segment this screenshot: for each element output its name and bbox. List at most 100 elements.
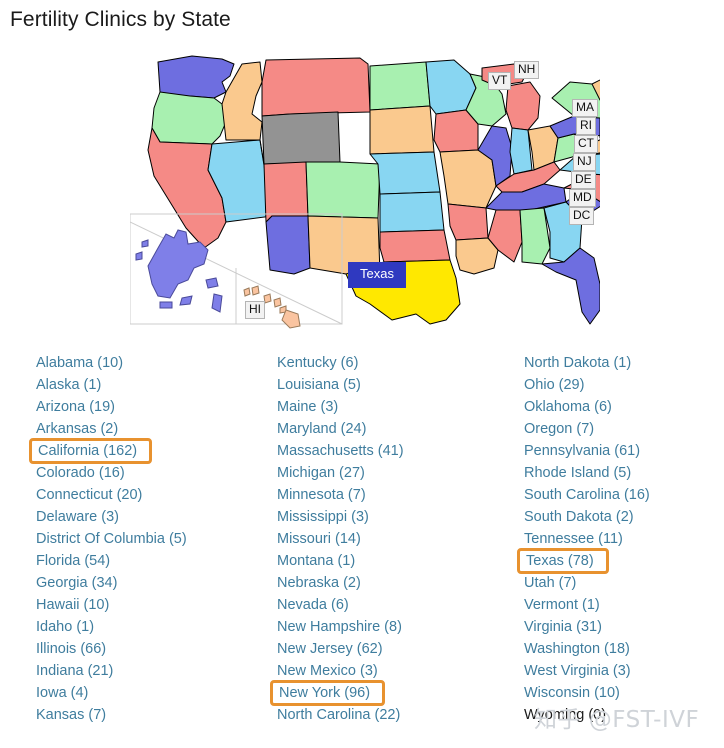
state-list-item: South Dakota (2) (524, 506, 724, 528)
state-list-item: New York (96) (270, 680, 513, 706)
state-link-district-of-columbia[interactable]: District Of Columbia (5) (36, 528, 272, 550)
state-link-california[interactable]: California (162) (29, 438, 153, 464)
state-list-item: Michigan (27) (277, 462, 513, 484)
map-state-arkansas[interactable] (447, 203, 489, 241)
state-link-colorado[interactable]: Colorado (16) (36, 462, 272, 484)
state-list-item: Wisconsin (10) (524, 682, 724, 704)
state-link-connecticut[interactable]: Connecticut (20) (36, 484, 272, 506)
state-link-utah[interactable]: Utah (7) (524, 572, 724, 594)
state-link-arkansas[interactable]: Arkansas (2) (36, 418, 272, 440)
state-link-vermont[interactable]: Vermont (1) (524, 594, 724, 616)
state-link-pennsylvania[interactable]: Pennsylvania (61) (524, 440, 724, 462)
map-state-missouri[interactable] (439, 149, 497, 209)
state-link-massachusetts[interactable]: Massachusetts (41) (277, 440, 513, 462)
map-state-louisiana[interactable] (455, 237, 499, 275)
map-state-florida[interactable] (541, 247, 600, 325)
state-link-georgia[interactable]: Georgia (34) (36, 572, 272, 594)
state-list-item: Kentucky (6) (277, 352, 513, 374)
state-link-oklahoma[interactable]: Oklahoma (6) (524, 396, 724, 418)
state-list-item: Maryland (24) (277, 418, 513, 440)
state-link-alabama[interactable]: Alabama (10) (36, 352, 272, 374)
state-link-new-york[interactable]: New York (96) (270, 680, 386, 706)
map-state-kansas[interactable] (379, 191, 445, 233)
state-list-item: Massachusetts (41) (277, 440, 513, 462)
state-link-new-hampshire[interactable]: New Hampshire (8) (277, 616, 513, 638)
state-link-michigan[interactable]: Michigan (27) (277, 462, 513, 484)
state-link-montana[interactable]: Montana (1) (277, 550, 513, 572)
state-link-tennessee[interactable]: Tennessee (11) (524, 528, 724, 550)
state-list-item: Vermont (1) (524, 594, 724, 616)
state-link-virginia[interactable]: Virginia (31) (524, 616, 724, 638)
state-list-item: North Carolina (22) (277, 704, 513, 726)
state-link-delaware[interactable]: Delaware (3) (36, 506, 272, 528)
state-link-louisiana[interactable]: Louisiana (5) (277, 374, 513, 396)
us-map-svg[interactable] (130, 52, 600, 342)
map-state-arizona[interactable] (265, 215, 311, 275)
state-list-item: Maine (3) (277, 396, 513, 418)
state-list-item: Nebraska (2) (277, 572, 513, 594)
state-link-alaska[interactable]: Alaska (1) (36, 374, 272, 396)
state-link-missouri[interactable]: Missouri (14) (277, 528, 513, 550)
map-tooltip-texas: Texas (348, 262, 406, 288)
state-list-item: Alaska (1) (36, 374, 272, 396)
map-state-washington[interactable] (157, 55, 235, 99)
state-list-item: Idaho (1) (36, 616, 272, 638)
state-list-item: Nevada (6) (277, 594, 513, 616)
state-link-arizona[interactable]: Arizona (19) (36, 396, 272, 418)
state-link-idaho[interactable]: Idaho (1) (36, 616, 272, 638)
state-link-north-carolina[interactable]: North Carolina (22) (277, 704, 513, 726)
state-link-maine[interactable]: Maine (3) (277, 396, 513, 418)
map-state-oregon[interactable] (151, 91, 227, 145)
state-list-item: Tennessee (11) (524, 528, 724, 550)
state-link-mississippi[interactable]: Mississippi (3) (277, 506, 513, 528)
state-link-kansas[interactable]: Kansas (7) (36, 704, 272, 726)
state-link-new-jersey[interactable]: New Jersey (62) (277, 638, 513, 660)
state-link-maryland[interactable]: Maryland (24) (277, 418, 513, 440)
map-state-wyoming[interactable] (261, 111, 341, 165)
page-root: Fertility Clinics by State VT NH MA RI C… (0, 0, 724, 748)
state-link-texas[interactable]: Texas (78) (517, 548, 609, 574)
map-label-ri: RI (576, 117, 596, 135)
map-state-nebraska[interactable] (369, 151, 441, 195)
state-link-wyoming[interactable]: Wyoming (0) (524, 704, 724, 726)
state-list-item: Wyoming (0) (524, 704, 724, 726)
state-link-indiana[interactable]: Indiana (21) (36, 660, 272, 682)
map-label-ma: MA (572, 99, 598, 117)
state-link-south-carolina[interactable]: South Carolina (16) (524, 484, 724, 506)
state-link-wisconsin[interactable]: Wisconsin (10) (524, 682, 724, 704)
state-link-new-mexico[interactable]: New Mexico (3) (277, 660, 513, 682)
state-list-item: Ohio (29) (524, 374, 724, 396)
map-state-northdakota[interactable] (369, 61, 431, 111)
state-list-item: South Carolina (16) (524, 484, 724, 506)
state-list-item: Louisiana (5) (277, 374, 513, 396)
state-link-oregon[interactable]: Oregon (7) (524, 418, 724, 440)
state-link-nevada[interactable]: Nevada (6) (277, 594, 513, 616)
us-map[interactable]: VT NH MA RI CT NJ DE MD DC HI (130, 52, 600, 342)
map-state-alabama[interactable] (519, 207, 551, 265)
map-state-montana[interactable] (261, 57, 371, 117)
state-link-florida[interactable]: Florida (54) (36, 550, 272, 572)
state-link-rhode-island[interactable]: Rhode Island (5) (524, 462, 724, 484)
map-state-southdakota[interactable] (369, 105, 435, 155)
state-link-kentucky[interactable]: Kentucky (6) (277, 352, 513, 374)
state-link-ohio[interactable]: Ohio (29) (524, 374, 724, 396)
state-link-north-dakota[interactable]: North Dakota (1) (524, 352, 724, 374)
state-link-south-dakota[interactable]: South Dakota (2) (524, 506, 724, 528)
state-list-item: Alabama (10) (36, 352, 272, 374)
map-state-colorado[interactable] (305, 161, 381, 219)
state-link-hawaii[interactable]: Hawaii (10) (36, 594, 272, 616)
state-link-illinois[interactable]: Illinois (66) (36, 638, 272, 660)
state-list-item: Montana (1) (277, 550, 513, 572)
state-list-item: Delaware (3) (36, 506, 272, 528)
state-list-item: West Virginia (3) (524, 660, 724, 682)
map-state-oklahoma[interactable] (379, 229, 451, 263)
state-link-nebraska[interactable]: Nebraska (2) (277, 572, 513, 594)
state-link-west-virginia[interactable]: West Virginia (3) (524, 660, 724, 682)
state-link-washington[interactable]: Washington (18) (524, 638, 724, 660)
state-link-minnesota[interactable]: Minnesota (7) (277, 484, 513, 506)
state-list-item: Kansas (7) (36, 704, 272, 726)
state-list-item: Utah (7) (524, 572, 724, 594)
state-link-iowa[interactable]: Iowa (4) (36, 682, 272, 704)
state-list-item: Georgia (34) (36, 572, 272, 594)
state-list-item: Florida (54) (36, 550, 272, 572)
